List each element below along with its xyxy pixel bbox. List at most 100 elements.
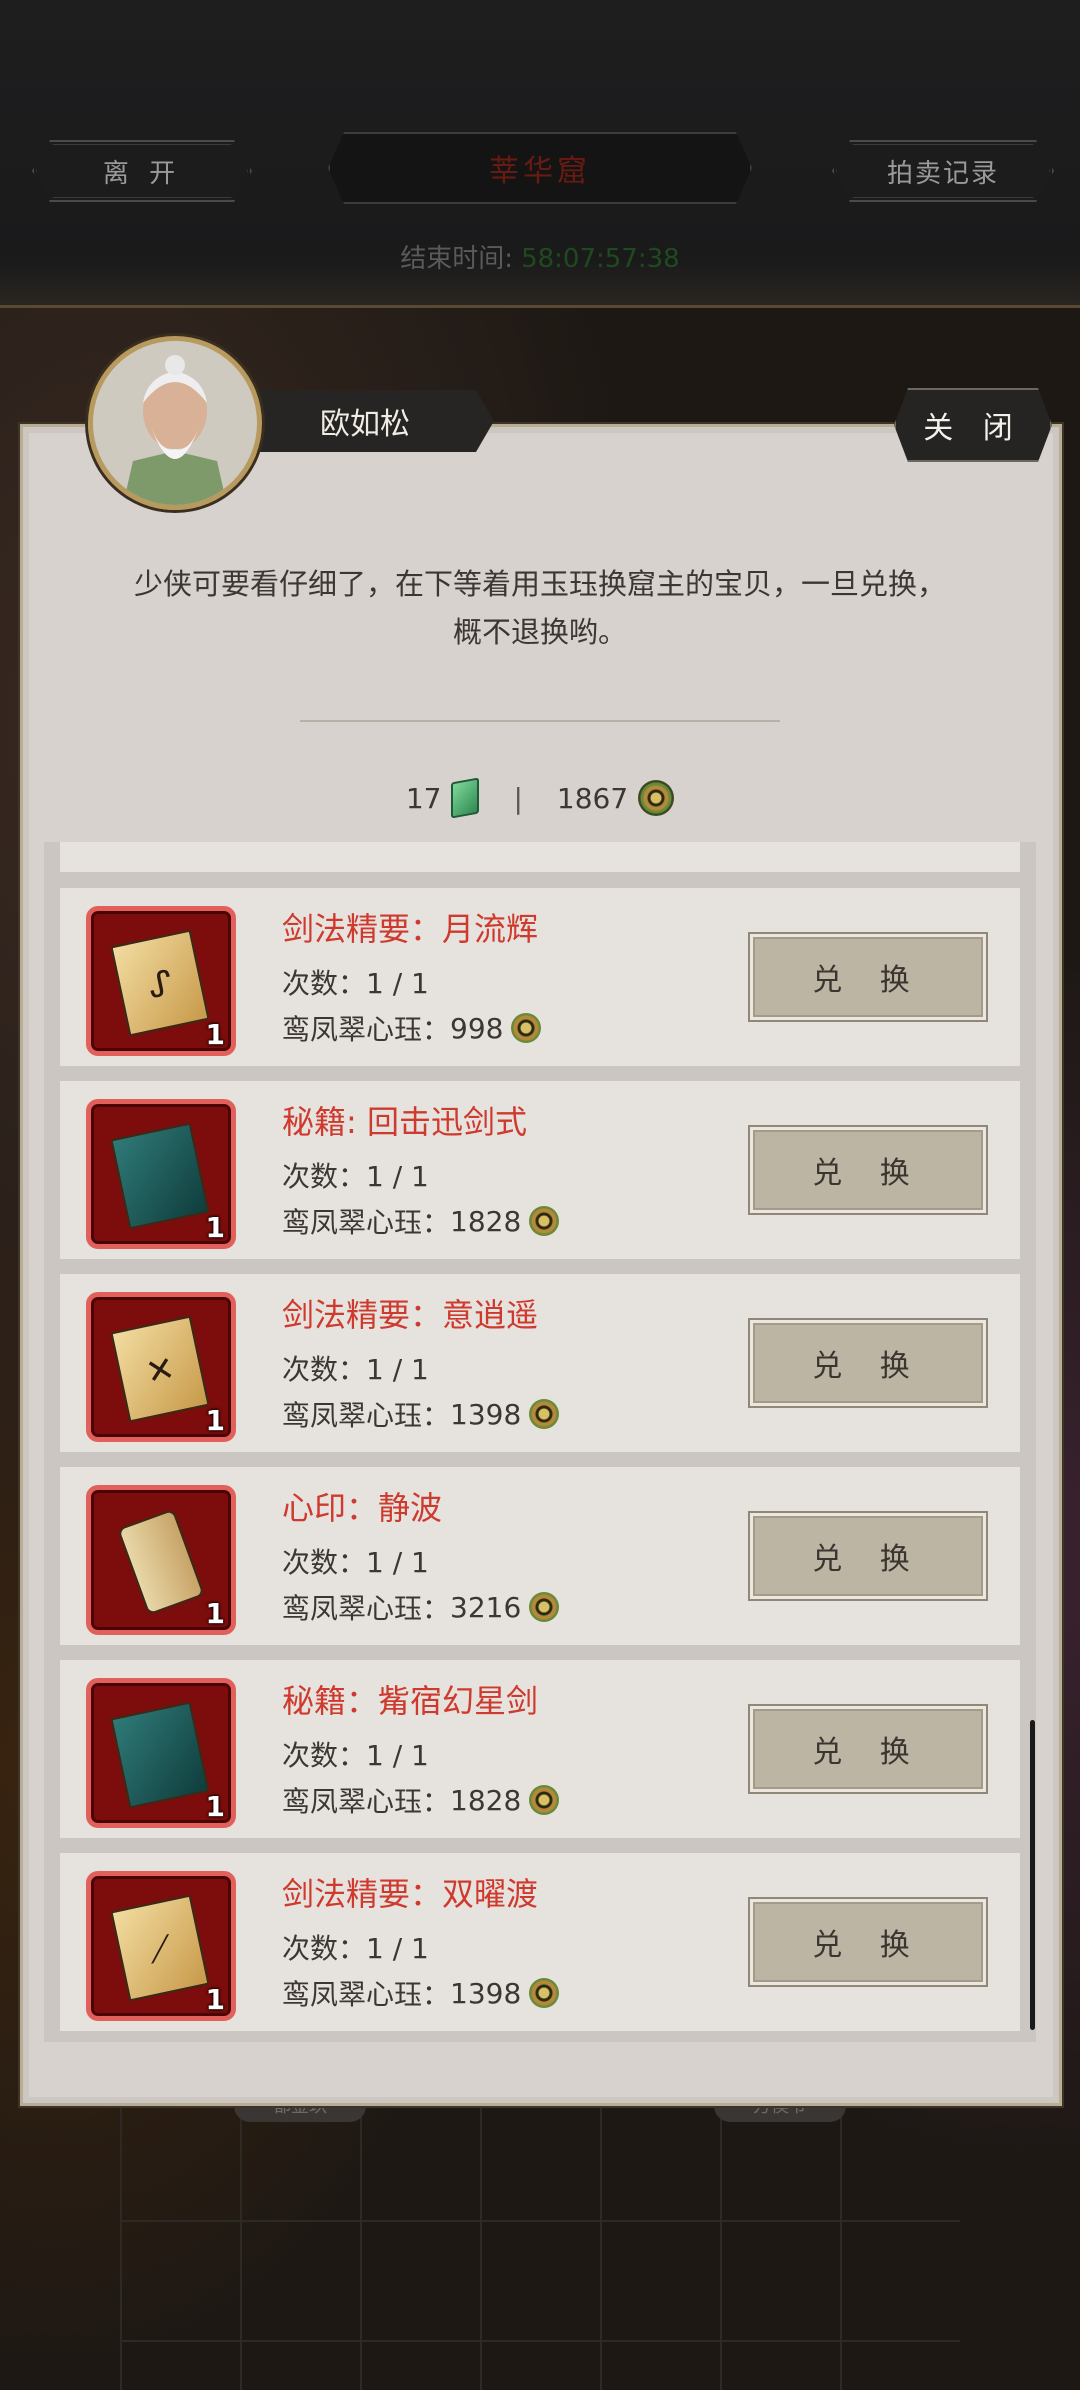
item-count: 次数：1 / 1 <box>282 1160 429 1193</box>
npc-portrait <box>88 336 262 510</box>
cost-value: 1828 <box>450 1783 522 1817</box>
close-label: 关 闭 <box>923 411 1023 446</box>
npc-name: 欧如松 <box>320 407 410 442</box>
coin-icon <box>638 780 675 816</box>
item-icon-frame[interactable]: ᔑ 1 <box>86 906 236 1056</box>
item-icon-frame[interactable]: ⟋ 1 <box>86 1871 236 2021</box>
teal-book-icon <box>110 1122 210 1230</box>
npc-speech-line2: 概不退换哟。 <box>452 615 627 649</box>
item-icon-frame[interactable]: 1 <box>86 1485 236 1635</box>
end-time-value: 58:07:57:38 <box>521 244 680 274</box>
cost-label: 鸾凤翠心珏： <box>282 1206 451 1239</box>
cost-label: 鸾凤翠心珏： <box>282 1013 451 1046</box>
coin-icon <box>529 1206 560 1236</box>
item-cost: 鸾凤翠心珏： 3216 <box>282 1587 560 1627</box>
npc-speech-line1: 少侠可要看仔细了，在下等着用玉珏换窟主的宝贝，一旦兑换， <box>133 567 946 601</box>
cost-value: 998 <box>450 1011 504 1045</box>
currency-separator: | <box>513 781 523 815</box>
cost-value: 1398 <box>450 1976 522 2010</box>
coin-count: 1867 <box>556 781 629 815</box>
jade-count: 17 <box>405 781 442 815</box>
cost-value: 1398 <box>450 1397 522 1431</box>
item-name: 秘籍：觜宿幻星剑 <box>282 1682 539 1720</box>
leave-button[interactable]: 离 开 <box>32 140 252 202</box>
list-item: ✕ 1 剑法精要：意逍遥 次数：1 / 1 鸾凤翠心珏： 1398 兑 换 <box>60 1274 1020 1452</box>
exchange-label: 兑 换 <box>812 1156 924 1191</box>
list-scrollbar[interactable] <box>1030 1720 1035 2030</box>
auction-record-button[interactable]: 拍卖记录 <box>832 140 1054 202</box>
book-glyph <box>129 1536 182 1555</box>
exchange-button[interactable]: 兑 换 <box>750 1706 986 1792</box>
leave-label: 离 开 <box>102 158 182 189</box>
cost-label: 鸾凤翠心珏： <box>282 1399 451 1432</box>
item-cost: 鸾凤翠心珏： 1398 <box>282 1973 560 2013</box>
auction-record-label: 拍卖记录 <box>886 158 999 189</box>
cost-label: 鸾凤翠心珏： <box>282 1978 451 2011</box>
teal-book-icon <box>110 1701 210 1809</box>
location-title: 莘华窟 <box>328 132 752 204</box>
exchange-label: 兑 换 <box>812 1349 924 1384</box>
item-icon-frame[interactable]: 1 <box>86 1678 236 1828</box>
item-count: 次数：1 / 1 <box>282 1739 429 1772</box>
list-item: ⟋ 1 剑法精要：双曜渡 次数：1 / 1 鸾凤翠心珏： 1398 兑 换 <box>60 1853 1020 2031</box>
item-cost: 鸾凤翠心珏： 1828 <box>282 1780 560 1820</box>
item-quantity: 1 <box>205 1597 225 1630</box>
exchange-button[interactable]: 兑 换 <box>750 1513 986 1599</box>
list-item: 1 心印：静波 次数：1 / 1 鸾凤翠心珏： 3216 兑 换 <box>60 1467 1020 1645</box>
book-glyph: ᔑ <box>144 962 177 1008</box>
exchange-button[interactable]: 兑 换 <box>750 1899 986 1985</box>
divider-right <box>540 720 780 732</box>
exchange-item-list[interactable]: ᔑ 1 剑法精要：月流辉 次数：1 / 1 鸾凤翠心珏： 998 兑 换 1 秘籍… <box>44 842 1036 2042</box>
background-grid <box>120 2100 960 2390</box>
item-cost: 鸾凤翠心珏： 1398 <box>282 1394 560 1434</box>
item-quantity: 1 <box>205 1404 225 1437</box>
end-time: 结束时间: 58:07:57:38 <box>0 238 1080 275</box>
item-count: 次数：1 / 1 <box>282 1353 429 1386</box>
exchange-button[interactable]: 兑 换 <box>750 1320 986 1406</box>
item-cost: 鸾凤翠心珏： 1828 <box>282 1201 560 1241</box>
book-glyph <box>118 1150 194 1166</box>
exchange-label: 兑 换 <box>812 1735 924 1770</box>
book-glyph: ⟋ <box>144 1927 177 1972</box>
cost-label: 鸾凤翠心珏： <box>282 1785 451 1818</box>
coin-icon <box>529 1399 560 1429</box>
exchange-button[interactable]: 兑 换 <box>750 934 986 1020</box>
item-name: 心印：静波 <box>282 1489 443 1527</box>
item-icon-frame[interactable]: 1 <box>86 1099 236 1249</box>
exchange-button[interactable]: 兑 换 <box>750 1127 986 1213</box>
close-button[interactable]: 关 闭 <box>894 388 1052 462</box>
list-item: 1 秘籍：觜宿幻星剑 次数：1 / 1 鸾凤翠心珏： 1828 兑 换 <box>60 1660 1020 1838</box>
divider-left <box>300 720 540 732</box>
coin-icon <box>511 1013 542 1043</box>
scroll-icon <box>117 1508 205 1616</box>
exchange-label: 兑 换 <box>812 963 924 998</box>
elder-portrait-icon <box>93 341 257 505</box>
item-count: 次数：1 / 1 <box>282 1932 429 1965</box>
end-time-label: 结束时间: <box>400 244 514 274</box>
cost-value: 3216 <box>450 1590 522 1624</box>
item-count: 次数：1 / 1 <box>282 1546 429 1579</box>
item-cost: 鸾凤翠心珏： 998 <box>282 1008 542 1048</box>
cost-label: 鸾凤翠心珏： <box>282 1592 451 1625</box>
book-glyph: ✕ <box>142 1348 179 1394</box>
currency-bar: 17 | 1867 <box>0 777 1080 819</box>
item-name: 剑法精要：月流辉 <box>282 910 539 948</box>
top-bar: 离 开 莘华窟 拍卖记录 结束时间: 58:07:57:38 <box>0 0 1080 308</box>
exchange-label: 兑 换 <box>812 1928 924 1963</box>
list-item-partial <box>60 842 1020 872</box>
yellow-book-icon: ᔑ <box>110 929 210 1037</box>
cost-value: 1828 <box>450 1204 522 1238</box>
exchange-label: 兑 换 <box>812 1542 924 1577</box>
location-title-text: 莘华窟 <box>489 154 591 189</box>
jade-icon <box>451 777 480 819</box>
item-count: 次数：1 / 1 <box>282 967 429 1000</box>
coin-icon <box>529 1785 560 1815</box>
item-icon-frame[interactable]: ✕ 1 <box>86 1292 236 1442</box>
coin-icon <box>529 1592 560 1622</box>
item-quantity: 1 <box>205 1983 225 2016</box>
list-item: 1 秘籍: 回击迅剑式 次数：1 / 1 鸾凤翠心珏： 1828 兑 换 <box>60 1081 1020 1259</box>
npc-name-plate: 欧如松 <box>236 390 494 452</box>
book-glyph <box>118 1729 194 1745</box>
yellow-book-icon: ✕ <box>110 1315 210 1423</box>
npc-speech: 少侠可要看仔细了，在下等着用玉珏换窟主的宝贝，一旦兑换， 概不退换哟。 <box>80 560 1000 656</box>
